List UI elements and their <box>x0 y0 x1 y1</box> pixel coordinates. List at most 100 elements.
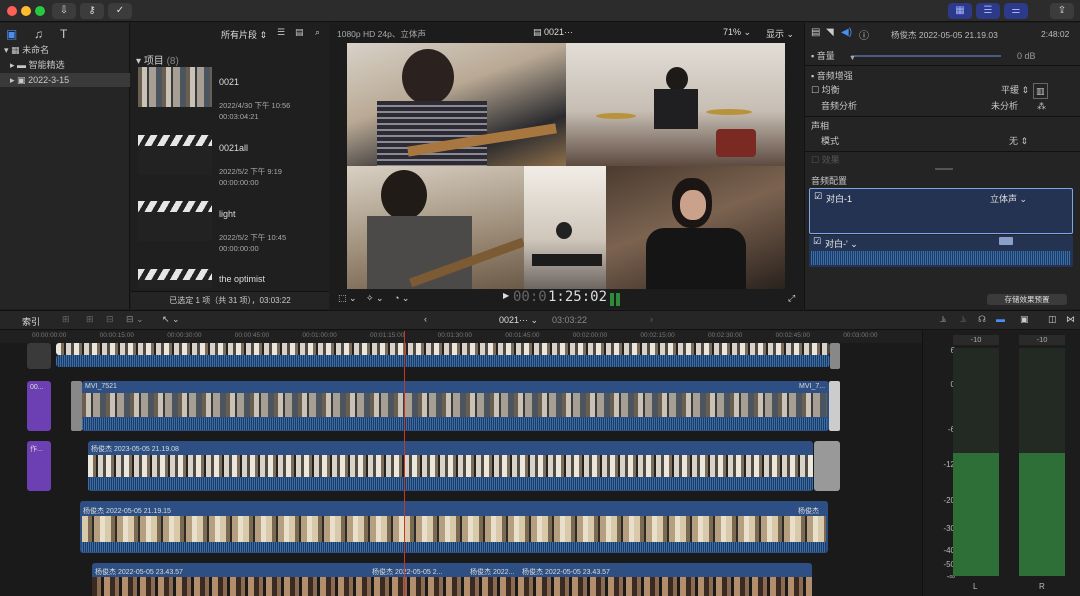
channel-config-menu[interactable]: 立体声 ⌄ <box>990 192 1027 205</box>
channel-label-l: L <box>973 582 978 591</box>
overwrite-menu[interactable]: ⊟ ⌄ <box>126 314 144 325</box>
solo-icon[interactable]: ▬ <box>996 314 1005 324</box>
meter-scale-label: -20 <box>943 496 955 505</box>
filmstrip-icon[interactable]: ▤ <box>295 27 304 38</box>
enhance-tool-menu[interactable]: ✧ ⌄ <box>366 293 384 304</box>
projects-section-header[interactable]: ▾ 项目 (8) <box>136 52 179 67</box>
video-frame[interactable] <box>347 43 785 289</box>
project-item[interactable]: light 2022/5/2 下午 10:45 00:00:00:00 <box>131 201 329 263</box>
history-back-icon[interactable]: ‹ <box>424 314 427 324</box>
analyze-button[interactable]: ✓ <box>108 3 132 19</box>
zoom-window-button[interactable] <box>35 6 45 16</box>
browser-toggle-button[interactable]: ▦ <box>948 3 972 19</box>
ruler-tick-label: 00:01:45:00 <box>505 332 540 339</box>
clapper-thumbnail <box>138 135 212 175</box>
skimming-icon[interactable]: ⫡ <box>940 314 946 325</box>
camera-3-clip[interactable]: 杨俊杰 2022-05-05 21.19.15 杨俊杰 <box>80 501 828 553</box>
color-inspector-tab[interactable]: ◥ <box>826 27 834 38</box>
select-tool-menu[interactable]: ↖ ⌄ <box>162 314 180 325</box>
mvi-7521-clip[interactable]: MVI_7521 MVI_7... <box>82 381 829 431</box>
clip-start-handle[interactable] <box>71 381 82 431</box>
volume-slider-knob[interactable]: ▼ <box>849 52 856 66</box>
transitions-browser-icon[interactable]: ⋈ <box>1066 314 1075 325</box>
clip-appearance-menu-icon[interactable]: ▣ <box>1020 314 1029 325</box>
fullscreen-icon[interactable]: ⤢ <box>788 293 795 304</box>
clip-end-handle[interactable] <box>814 441 840 491</box>
divider-handle[interactable] <box>935 168 953 170</box>
volume-slider[interactable] <box>851 55 1001 57</box>
clip-handle[interactable] <box>27 343 51 369</box>
transform-tool-menu[interactable]: ⬚ ⌄ <box>338 293 357 304</box>
keywords-button[interactable]: ⚷ <box>80 3 104 19</box>
video-inspector-tab[interactable]: ▤ <box>811 27 820 38</box>
audio-skimming-icon[interactable]: ☊ <box>978 314 986 325</box>
library-root[interactable]: ▾ ▦ 未命名 <box>0 43 130 57</box>
audio-role-1[interactable]: ☑ 对白-1 立体声 ⌄ <box>809 188 1073 234</box>
role2-menu[interactable]: 对白-' ⌄ <box>825 237 858 250</box>
project-item[interactable]: the optimist <box>131 269 329 289</box>
audio-enhancement-header[interactable]: ▪ 音频增强 <box>811 69 1075 83</box>
display-menu[interactable]: 显示 ⌄ <box>766 27 794 40</box>
volume-value[interactable]: 0 dB <box>1017 49 1036 63</box>
connect-clip-icon[interactable]: ⊞ <box>62 314 70 325</box>
viewer-clip-name[interactable]: ▤ 0021··· <box>533 27 573 38</box>
library-item-event[interactable]: ▸ ▣ 2022-3-15 <box>0 73 130 87</box>
effects-browser-icon[interactable]: ◫ <box>1048 314 1057 325</box>
append-clip-icon[interactable]: ⊟ <box>106 314 114 325</box>
ruler-tick-label: 00:01:30:00 <box>437 332 472 339</box>
import-button[interactable]: ⇩ <box>52 3 76 19</box>
purple-clip[interactable]: 作... <box>27 441 51 491</box>
library-item-smart-collections[interactable]: ▸ ▬ 智能精选 <box>0 58 130 72</box>
equalization-menu[interactable]: 平缓 ⇕ <box>1001 83 1029 97</box>
playhead[interactable] <box>404 331 405 596</box>
clip-end-handle[interactable] <box>829 381 840 431</box>
titles-generators-icon[interactable]: T <box>60 27 67 41</box>
close-window-button[interactable] <box>7 6 17 16</box>
snapping-icon[interactable]: ⫡ <box>960 314 966 325</box>
timeline-tracks[interactable]: 00... MVI_7521 MVI_7... 作... 杨俊杰 2023-05… <box>0 331 922 596</box>
camera-2-clip[interactable]: 杨俊杰 2023-05-05 21.19.08 <box>88 441 813 491</box>
zoom-menu[interactable]: 71% ⌄ <box>723 27 751 38</box>
info-inspector-tab[interactable]: ⓘ <box>859 27 869 42</box>
effects-checkbox[interactable]: ☐ <box>811 155 819 165</box>
timeline-ruler[interactable]: 00:00:00:00 00:00:15:00 00:00:30:00 00:00:4… <box>0 331 922 343</box>
play-button[interactable]: ▶ <box>503 291 509 300</box>
guitarist-shot <box>347 43 566 166</box>
audio-inspector-tab[interactable]: ◀) <box>841 27 852 38</box>
index-button[interactable]: 索引 <box>22 315 40 328</box>
clip-filmstrip <box>82 516 826 542</box>
timeline-toggle-button[interactable]: ☰ <box>976 3 1000 19</box>
clip-filmstrip <box>88 455 813 477</box>
clip-appearance-icon[interactable]: ☰ <box>277 27 285 38</box>
speed-menu[interactable]: ◔ ⌄ <box>394 293 409 304</box>
equalization-checkbox[interactable]: ☐ <box>811 85 819 95</box>
photos-audio-icon[interactable]: ♫ <box>34 27 43 41</box>
magic-wand-icon[interactable]: ⁂ <box>1037 99 1046 113</box>
project-item[interactable]: 0021 2022/4/30 下午 10:56 00:03:04:21 <box>131 67 329 129</box>
clip-end-handle[interactable] <box>830 343 840 369</box>
project-item[interactable]: 0021all 2022/5/2 下午 9:19 00:00:00:00 <box>131 135 329 197</box>
clip-filter-menu[interactable]: 所有片段 ⇕ <box>221 28 267 41</box>
save-effects-preset-button[interactable]: 存储效果预置 <box>987 294 1067 305</box>
role2-checkbox[interactable]: ☑ <box>813 236 821 247</box>
eq-graph-icon[interactable]: ▥ <box>1033 83 1048 99</box>
share-button[interactable]: ⇪ <box>1050 3 1074 19</box>
pan-header[interactable]: 声相 <box>811 119 1075 133</box>
history-forward-icon[interactable]: › <box>650 314 653 324</box>
inspector-toggle-button[interactable]: ⚌ <box>1004 3 1028 19</box>
audio-role-2[interactable]: ☑ 对白-' ⌄ <box>809 235 1073 267</box>
inspector-duration: 2:48:02 <box>1041 29 1070 39</box>
insert-clip-icon[interactable]: ⊞ <box>86 314 94 325</box>
libraries-icon[interactable]: ▣ <box>6 27 17 41</box>
search-icon[interactable]: ⌕ <box>315 27 320 38</box>
role1-checkbox[interactable]: ☑ <box>814 191 822 202</box>
camera-4-clip[interactable]: 杨俊杰 2022-05-05 23.43.57 杨俊杰 2022-05-05 2… <box>92 563 812 596</box>
purple-clip[interactable]: 00... <box>27 381 51 431</box>
timecode-display[interactable]: 1:25:02 <box>548 289 607 305</box>
project-name-menu[interactable]: 0021··· ⌄ <box>499 315 538 326</box>
minimize-window-button[interactable] <box>21 6 31 16</box>
audio-configuration-header[interactable]: 音频配置 <box>811 174 1075 188</box>
keyboardist-shot <box>524 166 606 289</box>
pan-mode-menu[interactable]: 无 ⇕ <box>1009 134 1028 148</box>
top-video-clip[interactable] <box>56 343 830 355</box>
